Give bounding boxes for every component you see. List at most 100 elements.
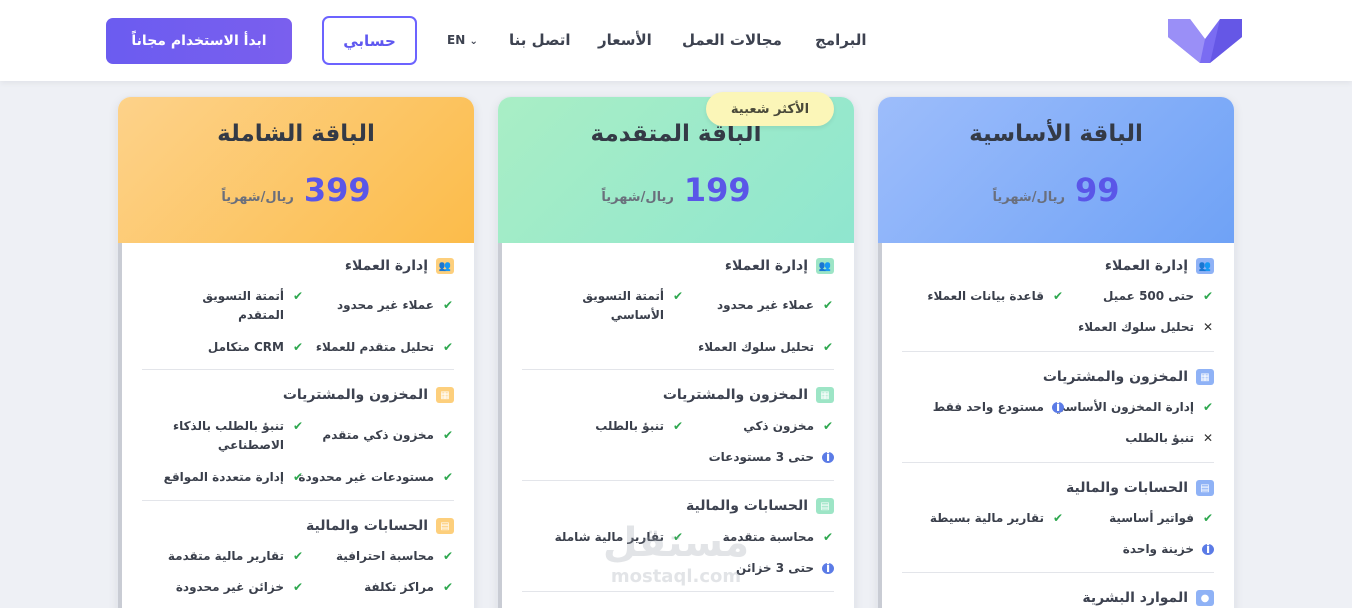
section-title: ▦ المخزون والمشتريات xyxy=(663,385,834,405)
check-icon: ✔ xyxy=(1052,511,1064,525)
info-icon: i xyxy=(822,561,834,575)
section-title: ▤ الحسابات والمالية xyxy=(1066,478,1214,498)
section-title: ▤ الحسابات والمالية xyxy=(306,516,454,536)
check-icon: ✔ xyxy=(442,340,454,354)
section-divider xyxy=(522,480,834,481)
nav-prices[interactable]: الأسعار xyxy=(598,31,652,49)
feature-item: ✔ إدارة متعددة المواقع xyxy=(164,468,304,487)
logo-icon[interactable] xyxy=(1166,15,1244,65)
section-title-text: الحسابات والمالية xyxy=(686,498,808,514)
feature-text: مستودعات غير محدودة xyxy=(298,470,434,484)
plan-card-full: الباقة الشاملة 399 ريال/شهرياً 👥 إدارة ال… xyxy=(117,96,475,608)
check-icon: ✔ xyxy=(442,580,454,594)
feature-item: ✕ تنبؤ بالطلب xyxy=(1125,429,1214,448)
feature-text: مراكز تكلفة xyxy=(364,580,434,594)
feature-text: تنبؤ بالطلب xyxy=(1125,431,1194,445)
feature-text: تنبؤ بالطلب xyxy=(595,419,664,433)
section-title-text: المخزون والمشتريات xyxy=(1042,369,1188,385)
feature-text: تقارير مالية بسيطة xyxy=(929,511,1044,525)
feature-section: ▤ الحسابات والمالية xyxy=(902,478,1214,498)
plan-price: 99 xyxy=(1074,171,1120,209)
feature-text: عملاء غير محدود xyxy=(716,298,814,312)
users-icon: 👥 xyxy=(1196,258,1214,274)
account-button[interactable]: حسابي xyxy=(322,16,417,65)
feature-text: أتمتة التسويق المتقدم xyxy=(202,289,284,322)
top-header: البرامج مجالات العمل الأسعار اتصل بنا EN… xyxy=(0,0,1352,81)
section-title-text: إدارة العملاء xyxy=(344,258,428,274)
calculator-icon: ▤ xyxy=(1196,480,1214,496)
info-icon: i xyxy=(1202,542,1214,556)
feature-item: ✔ تحليل سلوك العملاء xyxy=(698,338,834,357)
language-switcher[interactable]: EN ⌄ xyxy=(447,33,480,47)
language-label: EN xyxy=(447,33,466,47)
nav-programs[interactable]: البرامج xyxy=(815,31,866,49)
feature-text: حتى 3 خزائن xyxy=(736,561,814,575)
check-icon: ✔ xyxy=(1202,511,1214,525)
feature-text: فواتير أساسية xyxy=(1109,511,1194,525)
feature-item: ✔ قاعدة بيانات العملاء xyxy=(927,287,1064,306)
nav-contact[interactable]: اتصل بنا xyxy=(509,31,571,49)
users-icon: 👥 xyxy=(816,258,834,274)
section-title: ▦ المخزون والمشتريات xyxy=(283,385,454,405)
check-icon: ✔ xyxy=(442,549,454,563)
section-divider xyxy=(902,572,1214,573)
section-title: ▤ الحسابات والمالية xyxy=(686,496,834,516)
feature-text: أتمتة التسويق الأساسي xyxy=(582,289,664,322)
feature-item: ✔ أتمتة التسويق المتقدم xyxy=(202,287,304,325)
feature-section: 👥 إدارة العملاء xyxy=(142,256,454,276)
check-icon: ✔ xyxy=(292,289,304,303)
feature-text: تحليل متقدم للعملاء xyxy=(315,340,434,354)
plan-header-basic: الباقة الأساسية 99 ريال/شهرياً xyxy=(878,97,1234,243)
feature-section: ▦ المخزون والمشتريات xyxy=(902,367,1214,387)
section-title-text: الحسابات والمالية xyxy=(306,518,428,534)
plan-period: ريال/شهرياً xyxy=(992,190,1065,205)
section-divider xyxy=(522,369,834,370)
check-icon: ✔ xyxy=(442,470,454,484)
section-title-text: إدارة العملاء xyxy=(1104,258,1188,274)
feature-item: ✔ مخزون ذكي متقدم xyxy=(322,426,454,445)
feature-item: ✕ تحليل سلوك العملاء xyxy=(1078,318,1214,337)
check-icon: ✔ xyxy=(672,530,684,544)
section-title: ▦ المخزون والمشتريات xyxy=(1043,367,1214,387)
feature-item: ✔ تنبؤ بالطلب xyxy=(595,417,684,436)
feature-text: إدارة متعددة المواقع xyxy=(163,470,284,484)
nav-fields[interactable]: مجالات العمل xyxy=(682,31,782,49)
cross-icon: ✕ xyxy=(1202,320,1214,334)
most-popular-badge: الأكثر شعبية xyxy=(706,92,834,126)
feature-item: ✔ تقارير مالية متقدمة xyxy=(168,547,304,566)
cross-icon: ✕ xyxy=(1202,431,1214,445)
feature-text: مستودع واحد فقط xyxy=(932,400,1044,414)
feature-item: i مستودع واحد فقط xyxy=(933,398,1064,417)
feature-item: i خزينة واحدة xyxy=(1123,540,1214,559)
feature-section: ● الموارد البشرية xyxy=(902,588,1214,608)
plan-price: 399 xyxy=(303,171,371,209)
chevron-down-icon: ⌄ xyxy=(469,36,478,47)
plan-features-full: 👥 إدارة العملاء ✔ عملاء غير محدود ✔ أتمتة الت… xyxy=(118,243,474,608)
plan-title: الباقة الأساسية xyxy=(969,121,1143,147)
feature-item: ✔ مخزون ذكي xyxy=(743,417,834,436)
check-icon: ✔ xyxy=(292,470,304,484)
start-free-button[interactable]: ابدأ الاستخدام مجاناً xyxy=(106,18,292,64)
feature-text: خزائن غير محدودة xyxy=(175,580,284,594)
feature-item: ✔ تقارير مالية شاملة xyxy=(555,528,684,547)
plan-features-advanced: 👥 إدارة العملاء ✔ عملاء غير محدود ✔ أتمتة الت… xyxy=(498,243,854,608)
feature-text: حتى 3 مستودعات xyxy=(708,450,814,464)
price-row: 199 ريال/شهرياً xyxy=(498,171,854,209)
feature-text: خزينة واحدة xyxy=(1122,542,1194,556)
feature-item: ✔ إدارة المخزون الأساسي xyxy=(1053,398,1214,417)
check-icon: ✔ xyxy=(292,580,304,594)
price-row: 99 ريال/شهرياً xyxy=(878,171,1234,209)
section-title-text: المخزون والمشتريات xyxy=(662,387,808,403)
feature-item: ✔ تنبؤ بالطلب بالذكاء الاصطناعي xyxy=(173,417,304,455)
plan-period: ريال/شهرياً xyxy=(221,190,294,205)
price-row: 399 ريال/شهرياً xyxy=(118,171,474,209)
check-icon: ✔ xyxy=(442,428,454,442)
feature-text: إدارة المخزون الأساسي xyxy=(1053,400,1194,414)
check-icon: ✔ xyxy=(822,530,834,544)
feature-text: محاسبة متقدمة xyxy=(722,530,814,544)
section-divider xyxy=(142,500,454,501)
user-icon: ● xyxy=(1196,590,1214,606)
info-icon: i xyxy=(1052,400,1064,414)
section-divider xyxy=(142,369,454,370)
check-icon: ✔ xyxy=(1202,289,1214,303)
